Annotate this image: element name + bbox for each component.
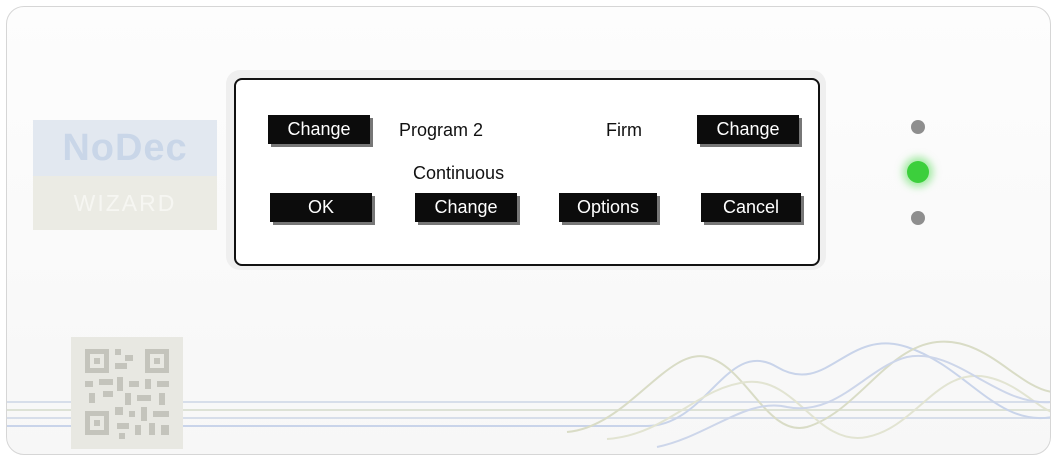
mode-label: Firm xyxy=(606,120,642,140)
cancel-button[interactable]: Cancel xyxy=(701,193,801,222)
change-mode-button[interactable]: Change xyxy=(697,115,799,144)
run-mode-label: Continuous xyxy=(413,163,505,183)
lcd-display xyxy=(234,78,820,266)
change-run-mode-button[interactable]: Change xyxy=(415,193,517,222)
status-led-bottom-icon xyxy=(911,211,925,225)
brand-subtitle: WIZARD xyxy=(33,176,217,230)
change-program-button[interactable]: Change xyxy=(268,115,370,144)
options-button[interactable]: Options xyxy=(559,193,657,222)
ok-button[interactable]: OK xyxy=(270,193,372,222)
program-label: Program 2 xyxy=(399,120,484,140)
brand-name: NoDec xyxy=(33,120,217,176)
qr-code-icon xyxy=(71,337,183,449)
brand-logo: NoDec WIZARD xyxy=(33,120,217,230)
status-led-top-icon xyxy=(911,120,925,134)
status-led-active-icon xyxy=(907,161,929,183)
